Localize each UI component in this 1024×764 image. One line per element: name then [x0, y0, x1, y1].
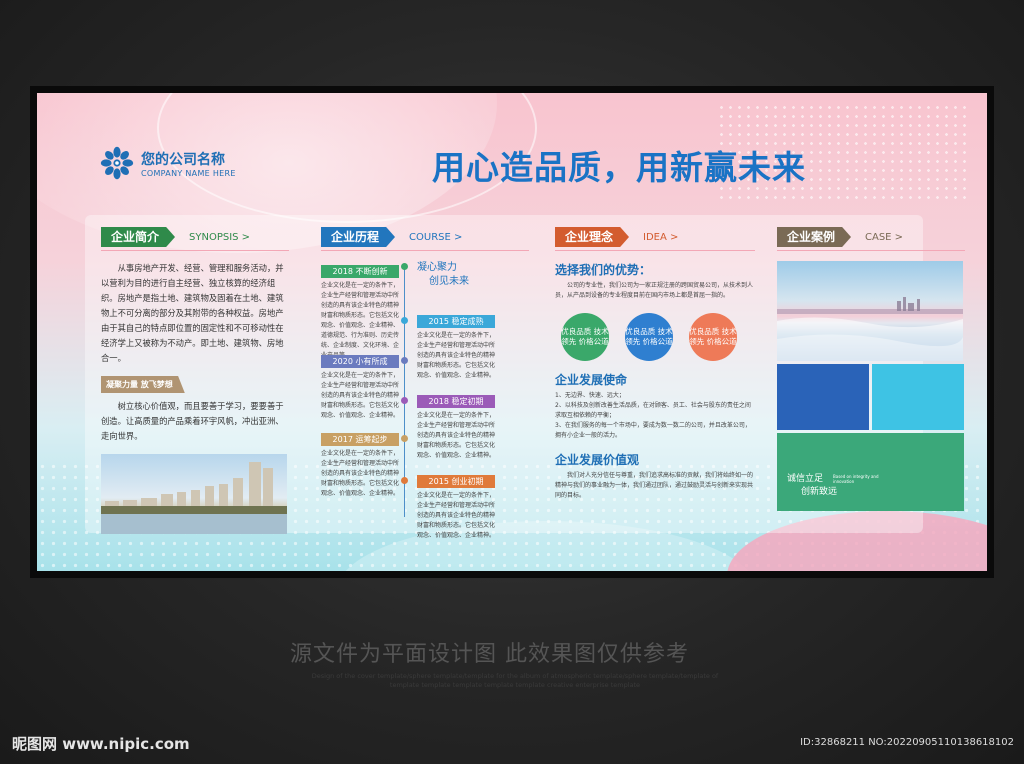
- footer-caption: 源文件为平面设计图 此效果图仅供参考: [290, 642, 689, 667]
- timeline-item: 2015 稳定成熟 企业文化是在一定的条件下，企业生产经营和管理活动中所创造的具…: [417, 315, 495, 381]
- synopsis-body2: 树立核心价值观，而且要善于学习，要要善于创造。让高质量的产品乘着环宇风帆，冲出亚…: [101, 401, 284, 441]
- timeline-item: 2018 不断创新 企业文化是在一定的条件下，企业生产经营和管理活动中所创造的具…: [321, 265, 399, 361]
- section-underline: [777, 250, 965, 251]
- advantage-text: 公司的专业性，我们公司为一家正规注册的跨国贸易公司，从技术到人员，从产品到设备的…: [555, 282, 754, 299]
- mission-item: 1、无边界、快速、远大；: [555, 392, 625, 399]
- timeline-dot: [401, 357, 408, 364]
- course-tag-en: COURSE >: [409, 231, 463, 243]
- case-motto-line1: 诚信立足: [787, 474, 824, 484]
- company-logo: 您的公司名称 COMPANY NAME HERE: [99, 145, 236, 181]
- case-tile: [777, 364, 869, 430]
- case-tag: 企业案例: [777, 227, 852, 247]
- timeline-year: 2020 小有所成: [321, 355, 399, 368]
- advantage-title: 选择我们的优势：: [555, 263, 652, 277]
- flower-logo-icon: [100, 146, 134, 180]
- timeline-year: 2015 创业初期: [417, 475, 495, 488]
- timeline-year: 2018 稳定初期: [417, 395, 495, 408]
- site-watermark: 昵图网 www.nipic.com: [12, 735, 190, 753]
- course-motto-line1: 凝心聚力: [417, 262, 457, 273]
- bay-city-image: [777, 297, 963, 361]
- company-name-en: COMPANY NAME HERE: [141, 168, 236, 178]
- timeline-text: 企业文化是在一定的条件下，企业生产经营和管理活动中所创造的具有该企业特色的精神财…: [321, 450, 400, 497]
- timeline-dot: [401, 435, 408, 442]
- section-underline: [555, 250, 755, 251]
- mission-title: 企业发展使命: [555, 373, 628, 387]
- timeline-year: 2015 稳定成熟: [417, 315, 495, 328]
- case-tile: [872, 364, 964, 430]
- mission-item: 2、以科技及创新改善生活品质，在对顾客、员工、社会与股东的责任之间求取互相依赖的…: [555, 402, 751, 419]
- timeline-item: 2017 运筹起步 企业文化是在一定的条件下，企业生产经营和管理活动中所创造的具…: [321, 433, 399, 499]
- timeline-text: 企业文化是在一定的条件下，企业生产经营和管理活动中所创造的具有该企业特色的精神财…: [417, 412, 496, 459]
- timeline-text: 企业文化是在一定的条件下，企业生产经营和管理活动中所创造的具有该企业特色的精神财…: [321, 372, 400, 419]
- synopsis-tag-en: SYNOPSIS >: [189, 231, 251, 243]
- sea-photo: [777, 261, 963, 361]
- advantage-circles: 优良品质 技术领先 价格公道 优良品质 技术领先 价格公道 优良品质 技术领先 …: [561, 313, 755, 361]
- idea-section: 企业理念 IDEA > 选择我们的优势： 公司的专业性，我们公司为一家正规注册的…: [555, 227, 755, 501]
- synopsis-section: 企业简介 SYNOPSIS > 从事房地产开发、经营、管理和服务活动，并以营利为…: [101, 227, 289, 534]
- id-watermark: ID:32868211 NO:20220905110138618102: [800, 737, 1014, 748]
- timeline: 凝心聚力 创见未来 2018 不断创新 企业文化是在一定的条件下，企业生产经营和…: [321, 259, 529, 539]
- section-underline: [321, 250, 529, 251]
- timeline-year: 2018 不断创新: [321, 265, 399, 278]
- timeline-dot: [401, 317, 408, 324]
- timeline-item: 2018 稳定初期 企业文化是在一定的条件下，企业生产经营和管理活动中所创造的具…: [417, 395, 495, 461]
- case-tag-en: CASE >: [865, 231, 904, 243]
- section-underline: [101, 250, 289, 251]
- case-motto-en: Based on integrity and innovation: [833, 474, 879, 484]
- timeline-text: 企业文化是在一定的条件下，企业生产经营和管理活动中所创造的具有该企业特色的精神财…: [417, 492, 496, 539]
- timeline-dot: [401, 263, 408, 270]
- timeline-text: 企业文化是在一定的条件下，企业生产经营和管理活动中所创造的具有该企业特色的精神财…: [321, 282, 400, 359]
- timeline-dot: [401, 477, 408, 484]
- timeline-dot: [401, 397, 408, 404]
- mission-item: 3、在我们服务的每一个市场中，要成为数一数二的公司，并且改革公司，拥有小企业一般…: [555, 422, 751, 439]
- content-area: 企业简介 SYNOPSIS > 从事房地产开发、经营、管理和服务活动，并以营利为…: [85, 215, 965, 539]
- case-motto: 诚信立足 创新致远: [787, 473, 837, 499]
- timeline-item: 2020 小有所成 企业文化是在一定的条件下，企业生产经营和管理活动中所创造的具…: [321, 355, 399, 421]
- board-panel: 您的公司名称 COMPANY NAME HERE 用心造品质，用新赢未来 企业简…: [37, 93, 987, 571]
- idea-tag-en: IDEA >: [643, 231, 679, 243]
- course-section: 企业历程 COURSE > 凝心聚力 创见未来 2018 不断创新 企业文化是在…: [321, 227, 529, 539]
- slogan-title: 用心造品质，用新赢未来: [432, 148, 806, 187]
- synopsis-tag: 企业简介: [101, 227, 176, 247]
- case-section: 企业案例 CASE > 诚信立足 创新致远 Based on integrity…: [777, 227, 965, 511]
- mission-list: 1、无边界、快速、远大； 2、以科技及创新改善生活品质，在对顾客、员工、社会与股…: [555, 391, 755, 441]
- case-tile-motto: 诚信立足 创新致远 Based on integrity and innovat…: [777, 433, 964, 511]
- course-motto-line2: 创见未来: [429, 276, 469, 287]
- city-photo: [101, 454, 287, 534]
- footer-caption-en: Design of the cover template/sphere temp…: [311, 672, 719, 689]
- display-board: 您的公司名称 COMPANY NAME HERE 用心造品质，用新赢未来 企业简…: [30, 86, 994, 578]
- city-skyline-image: [101, 462, 287, 534]
- synopsis-body: 从事房地产开发、经营、管理和服务活动，并以营利为目的进行自主经营、独立核算的经济…: [101, 263, 284, 363]
- case-tiles: 诚信立足 创新致远 Based on integrity and innovat…: [777, 364, 965, 511]
- values-text: 我们对人充分信任与尊重，我们追求高标准的贡献，我们将始终如一的精神与我们的事业融…: [555, 472, 754, 499]
- advantage-circle: 优良品质 技术领先 价格公道: [561, 313, 609, 361]
- course-motto: 凝心聚力 创见未来: [417, 261, 469, 289]
- advantage-circle: 优良品质 技术领先 价格公道: [625, 313, 673, 361]
- synopsis-subtag: 凝聚力量 放飞梦想: [101, 376, 185, 393]
- timeline-text: 企业文化是在一定的条件下，企业生产经营和管理活动中所创造的具有该企业特色的精神财…: [417, 332, 496, 379]
- advantage-circle: 优良品质 技术领先 价格公道: [689, 313, 737, 361]
- course-tag: 企业历程: [321, 227, 396, 247]
- timeline-year: 2017 运筹起步: [321, 433, 399, 446]
- case-motto-line2: 创新致远: [801, 487, 838, 497]
- company-name: 您的公司名称: [141, 151, 225, 168]
- idea-tag: 企业理念: [555, 227, 630, 247]
- values-title: 企业发展价值观: [555, 453, 640, 467]
- timeline-item: 2015 创业初期 企业文化是在一定的条件下，企业生产经营和管理活动中所创造的具…: [417, 475, 495, 541]
